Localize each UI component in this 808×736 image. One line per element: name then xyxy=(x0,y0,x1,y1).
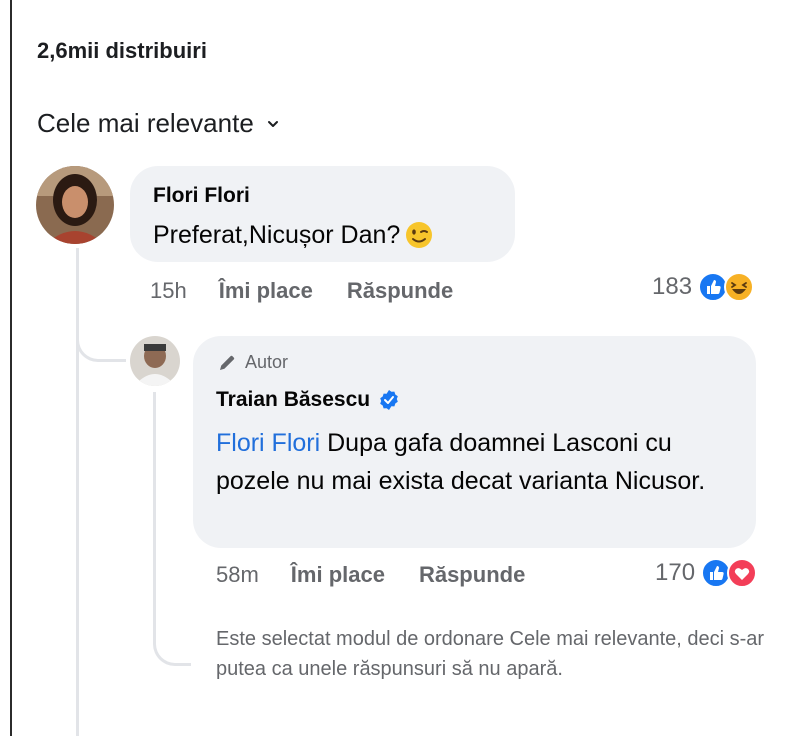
reaction-summary[interactable]: 183 xyxy=(652,272,755,302)
reaction-count: 170 xyxy=(655,559,696,586)
author-badge-label: Autor xyxy=(245,352,289,372)
comment-text-body: Preferat,Nicușor Dan? xyxy=(153,220,401,249)
chevron-down-icon xyxy=(267,120,278,127)
reply-time[interactable]: 58m xyxy=(216,562,259,588)
love-reaction-icon xyxy=(727,558,758,588)
sort-dropdown[interactable]: Cele mai relevante xyxy=(37,108,280,139)
like-button[interactable]: Îmi place xyxy=(219,278,313,304)
reply-button[interactable]: Răspunde xyxy=(347,278,453,304)
sort-notice: Este selectat modul de ordonare Cele mai… xyxy=(216,628,765,680)
reply-text: Flori Flori Dupa gafa doamnei Lasconi cu… xyxy=(216,424,736,500)
comment-text: Preferat,Nicușor Dan? xyxy=(153,220,434,250)
thread-line-reply xyxy=(153,392,156,624)
reaction-count: 183 xyxy=(652,273,693,300)
pencil-icon xyxy=(220,355,235,370)
avatar[interactable] xyxy=(36,166,114,244)
verified-badge-icon xyxy=(380,390,398,410)
left-border xyxy=(10,0,12,736)
reply-author-name: Traian Băsescu xyxy=(216,388,371,411)
shares-count[interactable]: 2,6mii distribuiri xyxy=(37,38,207,64)
comment-author[interactable]: Flori Flori xyxy=(153,184,250,208)
mention-link[interactable]: Flori Flori xyxy=(216,429,320,457)
sort-label: Cele mai relevante xyxy=(37,108,254,138)
like-button[interactable]: Îmi place xyxy=(291,562,385,588)
author-badge: Autor xyxy=(217,352,288,373)
reply-button[interactable]: Răspunde xyxy=(419,562,525,588)
haha-reaction-icon xyxy=(724,272,755,302)
reaction-summary[interactable]: 170 xyxy=(655,558,758,588)
thread-connector-reply xyxy=(153,600,191,666)
avatar[interactable] xyxy=(130,336,180,386)
thread-connector xyxy=(76,320,126,362)
winking-face-icon xyxy=(406,222,433,248)
comment-time[interactable]: 15h xyxy=(150,278,187,304)
reply-actions: 58m Îmi place Răspunde xyxy=(216,562,559,588)
reply-author[interactable]: Traian Băsescu xyxy=(216,388,400,412)
comment-actions: 15h Îmi place Răspunde xyxy=(150,278,487,304)
